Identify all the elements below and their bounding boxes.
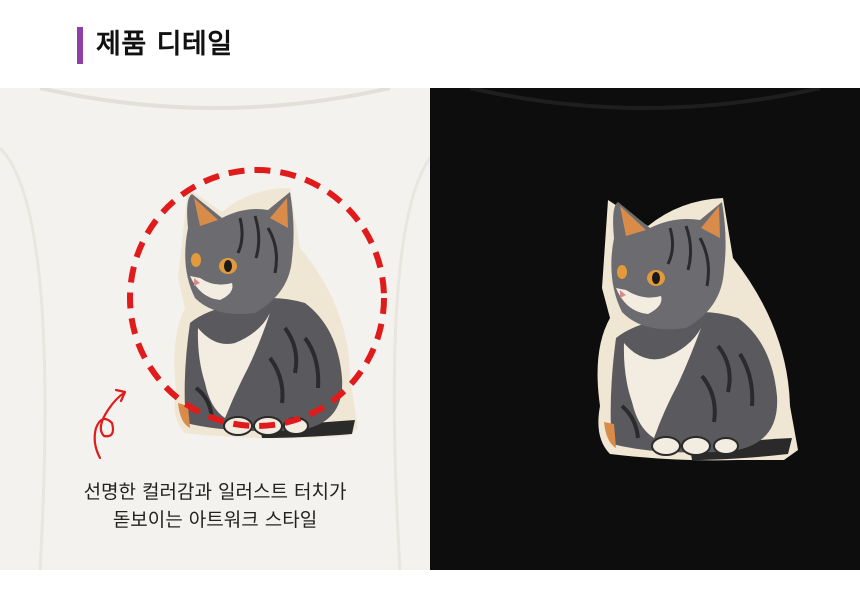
cat-print-icon xyxy=(597,198,798,461)
header: 제품 디테일 xyxy=(0,0,860,88)
page-title: 제품 디테일 xyxy=(96,29,233,60)
caption: 선명한 컬러감과 일러스트 터치가 돋보이는 아트워크 스타일 xyxy=(0,478,430,534)
title-accent-bar xyxy=(77,27,83,64)
caption-line-2: 돋보이는 아트워크 스타일 xyxy=(112,509,318,531)
curly-arrow-icon xyxy=(93,388,127,460)
cat-print-icon xyxy=(174,188,358,439)
black-shirt-illustration xyxy=(469,88,821,461)
caption-line-1: 선명한 컬러감과 일러스트 터치가 xyxy=(83,481,347,503)
black-shirt-panel xyxy=(430,88,860,570)
